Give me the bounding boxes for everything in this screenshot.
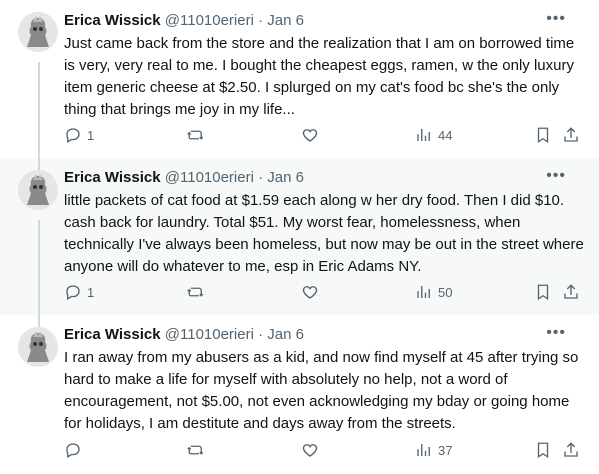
avatar[interactable] <box>18 327 58 367</box>
reply-icon <box>66 128 80 143</box>
author-handle[interactable]: @11010erieri <box>165 169 254 186</box>
tweet-actions: 37 <box>64 441 582 463</box>
tweet-1[interactable]: Erica Wissick @11010erieri · Jan 6 ••• J… <box>0 0 599 158</box>
retweet-button[interactable] <box>187 126 205 144</box>
views-count: 37 <box>438 442 453 458</box>
share-button[interactable] <box>562 441 580 459</box>
views-button[interactable]: 50 <box>415 283 452 301</box>
tweet-2[interactable]: Erica Wissick @11010erieri · Jan 6 ••• l… <box>0 158 599 315</box>
views-count: 50 <box>438 284 453 300</box>
bookmark-button[interactable] <box>534 283 552 301</box>
retweet-icon <box>187 287 204 297</box>
thread-line <box>38 220 40 315</box>
thread-line <box>38 158 40 170</box>
avatar[interactable] <box>18 170 58 210</box>
tweet-actions: 1 50 <box>64 283 582 305</box>
avatar[interactable] <box>18 12 58 52</box>
like-button[interactable] <box>301 441 319 459</box>
more-icon[interactable]: ••• <box>546 168 566 184</box>
views-icon <box>417 444 430 456</box>
reply-count: 1 <box>87 284 95 300</box>
tweet-date[interactable]: Jan 6 <box>267 12 304 29</box>
reply-button[interactable]: 1 <box>64 283 94 301</box>
separator-dot: · <box>258 169 264 186</box>
tweet-header: Erica Wissick @11010erieri · Jan 6 ••• <box>64 325 584 345</box>
reply-icon <box>66 443 80 458</box>
more-icon[interactable]: ••• <box>546 325 566 341</box>
tweet-date[interactable]: Jan 6 <box>267 326 304 343</box>
author-handle[interactable]: @11010erieri <box>165 12 254 29</box>
author-name[interactable]: Erica Wissick <box>64 326 161 343</box>
reply-count: 1 <box>87 127 95 143</box>
views-icon <box>417 129 430 141</box>
bookmark-button[interactable] <box>534 126 552 144</box>
thread-line <box>38 62 40 158</box>
author-handle[interactable]: @11010erieri <box>165 326 254 343</box>
like-icon <box>302 286 318 299</box>
share-button[interactable] <box>562 283 580 301</box>
tweet-header: Erica Wissick @11010erieri · Jan 6 ••• <box>64 168 584 188</box>
share-icon <box>564 284 578 299</box>
tweet-text: little packets of cat food at $1.59 each… <box>64 192 584 275</box>
like-button[interactable] <box>301 126 319 144</box>
share-icon <box>564 442 578 457</box>
retweet-button[interactable] <box>187 441 205 459</box>
bookmark-button[interactable] <box>534 441 552 459</box>
share-button[interactable] <box>562 126 580 144</box>
author-name[interactable]: Erica Wissick <box>64 169 161 186</box>
author-name[interactable]: Erica Wissick <box>64 12 161 29</box>
reply-button[interactable]: 1 <box>64 126 94 144</box>
bookmark-icon <box>537 284 549 301</box>
separator-dot: · <box>258 326 264 343</box>
tweet-header: Erica Wissick @11010erieri · Jan 6 ••• <box>64 11 584 31</box>
like-button[interactable] <box>301 283 319 301</box>
more-icon[interactable]: ••• <box>546 11 566 27</box>
views-button[interactable]: 44 <box>415 126 452 144</box>
reply-button[interactable] <box>64 441 87 459</box>
share-icon <box>564 127 578 142</box>
like-icon <box>302 444 318 457</box>
retweet-button[interactable] <box>187 283 205 301</box>
bookmark-icon <box>537 127 549 144</box>
tweet-actions: 1 44 <box>64 126 582 148</box>
reply-icon <box>66 285 80 300</box>
separator-dot: · <box>258 12 264 29</box>
views-count: 44 <box>438 127 453 143</box>
tweet-date[interactable]: Jan 6 <box>267 169 304 186</box>
views-icon <box>417 286 430 298</box>
tweet-text: Just came back from the store and the re… <box>64 35 575 118</box>
retweet-icon <box>187 445 204 455</box>
bookmark-icon <box>537 442 549 459</box>
like-icon <box>302 129 318 142</box>
thread-line <box>38 315 40 327</box>
retweet-icon <box>187 130 204 140</box>
tweet-3[interactable]: Erica Wissick @11010erieri · Jan 6 ••• I… <box>0 315 599 474</box>
tweet-text: I ran away from my abusers as a kid, and… <box>64 349 579 432</box>
views-button[interactable]: 37 <box>415 441 452 459</box>
